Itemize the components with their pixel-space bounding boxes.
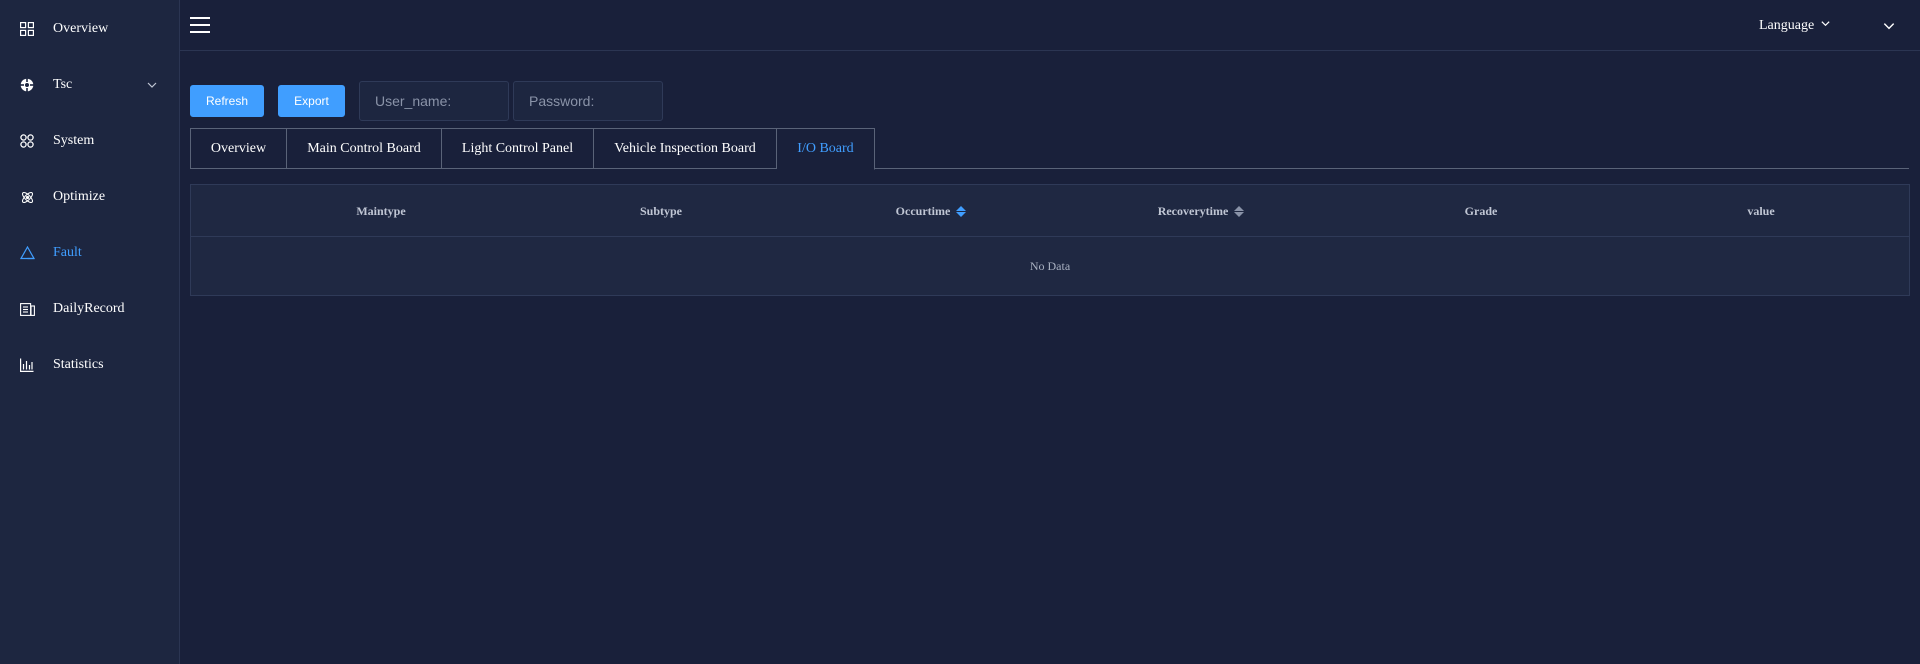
fault-table: Maintype Subtype Occurtime Recoverytime … xyxy=(190,184,1910,296)
sidebar-item-label: Statistics xyxy=(53,357,104,372)
sidebar-item-label: DailyRecord xyxy=(53,301,125,316)
tab-io-board[interactable]: I/O Board xyxy=(777,128,875,170)
language-dropdown[interactable]: Language xyxy=(1759,16,1831,36)
sidebar-item-system[interactable]: System xyxy=(0,113,179,169)
tab-vehicle-inspection-board[interactable]: Vehicle Inspection Board xyxy=(594,128,777,169)
tab-main-control-board[interactable]: Main Control Board xyxy=(287,128,442,169)
sidebar-item-label: System xyxy=(53,133,95,148)
password-input[interactable] xyxy=(513,81,663,121)
sidebar-item-fault[interactable]: Fault xyxy=(0,225,179,281)
sort-icon[interactable] xyxy=(956,205,967,217)
sidebar-item-label: Fault xyxy=(53,245,82,260)
sort-icon[interactable] xyxy=(1234,205,1245,217)
column-header-occurtime[interactable]: Occurtime xyxy=(831,185,1031,237)
apps-icon xyxy=(19,133,35,149)
target-icon xyxy=(19,77,35,93)
language-label: Language xyxy=(1759,18,1815,33)
warning-triangle-icon xyxy=(19,245,35,261)
sidebar-item-label: Overview xyxy=(53,21,109,36)
username-input[interactable] xyxy=(359,81,509,121)
sidebar: Overview Tsc System Optimize Fault Daily… xyxy=(0,0,180,664)
sidebar-item-tsc[interactable]: Tsc xyxy=(0,57,179,113)
empty-state-text: No Data xyxy=(1029,259,1071,273)
chevron-down-icon xyxy=(1814,18,1831,34)
tab-light-control-panel[interactable]: Light Control Panel xyxy=(442,128,594,169)
sidebar-item-optimize[interactable]: Optimize xyxy=(0,169,179,225)
column-header-value[interactable]: value xyxy=(1671,185,1851,237)
column-header-subtype[interactable]: Subtype xyxy=(571,185,751,237)
refresh-button[interactable]: Refresh xyxy=(190,85,264,117)
menu-toggle-icon[interactable] xyxy=(190,16,210,34)
bar-chart-icon xyxy=(19,357,35,373)
chevron-down-icon xyxy=(146,79,158,91)
user-menu-chevron-icon[interactable] xyxy=(1882,19,1896,33)
atom-icon xyxy=(19,189,35,205)
export-button[interactable]: Export xyxy=(278,85,345,117)
top-bar: Language xyxy=(180,0,1920,51)
table-header: Maintype Subtype Occurtime Recoverytime … xyxy=(191,185,1909,237)
column-header-grade[interactable]: Grade xyxy=(1391,185,1571,237)
document-icon xyxy=(19,301,35,317)
tab-overview[interactable]: Overview xyxy=(190,128,287,169)
sidebar-item-label: Tsc xyxy=(53,77,73,92)
board-tabs: Overview Main Control Board Light Contro… xyxy=(190,128,875,170)
sidebar-item-statistics[interactable]: Statistics xyxy=(0,337,179,393)
sidebar-item-label: Optimize xyxy=(53,189,106,204)
grid-icon xyxy=(19,21,35,37)
column-header-recoverytime[interactable]: Recoverytime xyxy=(1101,185,1301,237)
sidebar-item-dailyrecord[interactable]: DailyRecord xyxy=(0,281,179,337)
sidebar-item-overview[interactable]: Overview xyxy=(0,1,179,57)
column-header-maintype[interactable]: Maintype xyxy=(291,185,471,237)
